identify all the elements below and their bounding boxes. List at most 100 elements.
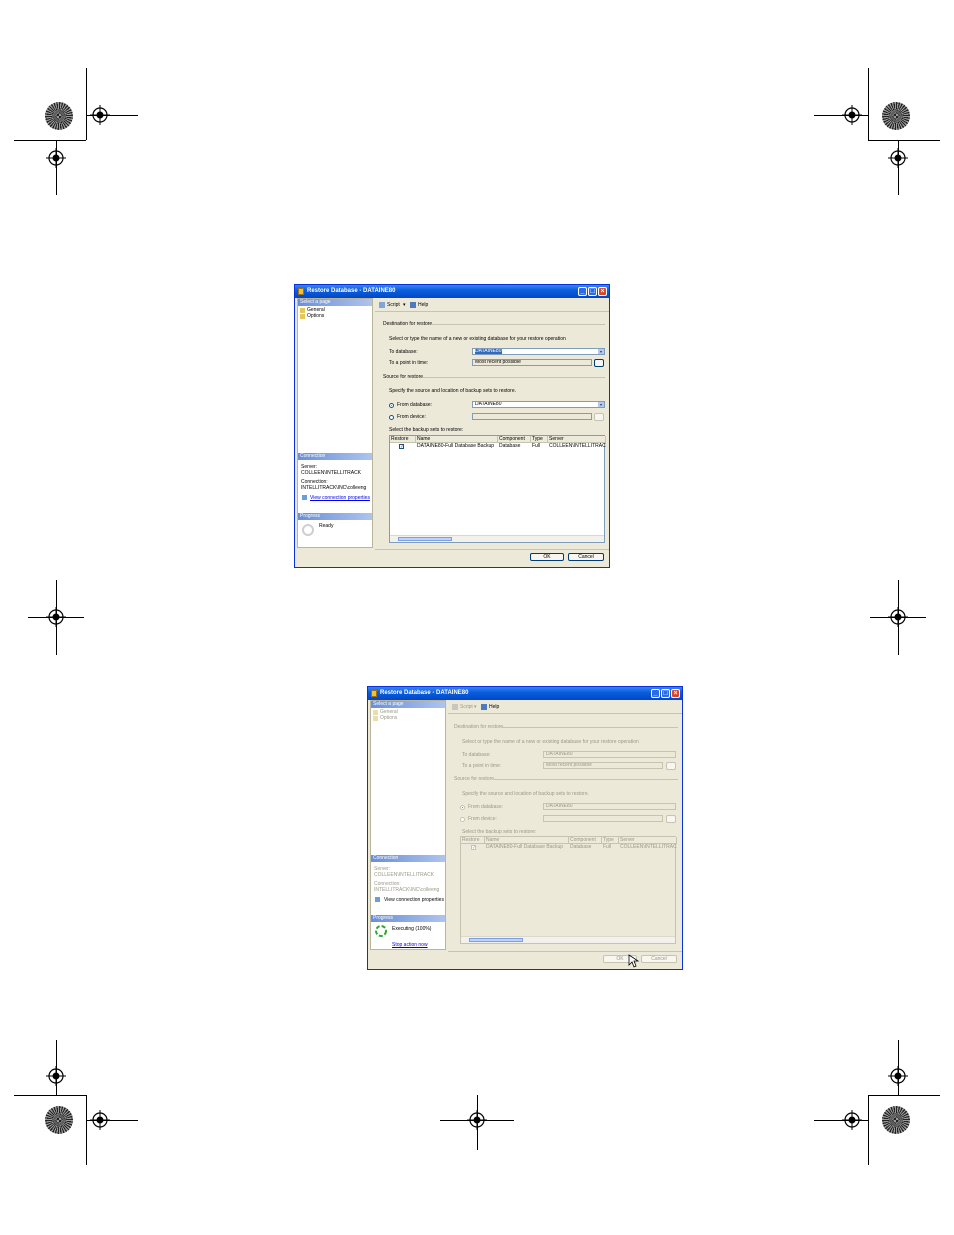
- footer-divider: [448, 951, 682, 952]
- connection-header: Connection: [371, 855, 445, 862]
- window-title: Restore Database - DATAINE80: [307, 288, 396, 294]
- source-header: Source for restore: [454, 776, 495, 782]
- page-icon: [300, 308, 305, 313]
- from-device-field: [543, 815, 663, 822]
- from-device-browse-button: [666, 815, 676, 823]
- script-dropdown-icon[interactable]: ▾: [403, 302, 406, 308]
- minimize-button[interactable]: _: [578, 287, 587, 296]
- script-icon: [379, 302, 385, 308]
- divider: [494, 779, 678, 780]
- registration-mark: [46, 607, 66, 627]
- server-value: COLLEEN\INTELLITRACK: [301, 470, 362, 476]
- row-component: Database: [570, 844, 592, 850]
- row-server: COLLEEN\INTELLITRAC: [549, 443, 606, 449]
- chevron-down-icon[interactable]: ▾: [598, 349, 604, 354]
- column-header-server: Server: [619, 837, 677, 844]
- scroll-thumb[interactable]: [398, 537, 452, 541]
- maximize-button[interactable]: □: [588, 287, 597, 296]
- table-row[interactable]: ✓ DATAINE80-Full Database Backup Databas…: [390, 443, 606, 450]
- page-options: Options: [380, 715, 398, 721]
- help-button[interactable]: Help: [418, 302, 428, 308]
- from-device-label: From device:: [468, 816, 497, 822]
- scroll-thumb[interactable]: [469, 938, 523, 942]
- select-page-header: Select a page: [371, 701, 445, 708]
- close-button[interactable]: ×: [598, 287, 607, 296]
- toolbar-divider: [375, 311, 609, 312]
- connection-icon: [375, 897, 380, 902]
- registration-mark: [90, 105, 110, 125]
- destination-description: Select or type the name of a new or exis…: [462, 739, 639, 745]
- restore-database-dialog: Restore Database - DATAINE80 _ □ × Selec…: [294, 284, 610, 568]
- horizontal-scrollbar[interactable]: [390, 535, 604, 542]
- registration-mark: [842, 1110, 862, 1130]
- to-database-combo: DATAINE80: [543, 751, 676, 758]
- script-dropdown-icon: ▾: [474, 704, 477, 710]
- divider: [431, 324, 605, 325]
- from-database-radio: [460, 805, 465, 810]
- registration-mark: [888, 607, 908, 627]
- from-device-radio[interactable]: [389, 415, 394, 420]
- column-header-name[interactable]: Name: [416, 436, 498, 443]
- close-button[interactable]: ×: [671, 689, 680, 698]
- from-device-browse-button[interactable]: [594, 413, 604, 421]
- point-in-time-browse-button[interactable]: [594, 359, 604, 367]
- restore-checkbox[interactable]: ✓: [399, 444, 404, 450]
- title-bar[interactable]: Restore Database - DATAINE80 _ □ ×: [295, 285, 609, 298]
- ok-button[interactable]: OK: [530, 553, 564, 561]
- registration-mark: [842, 105, 862, 125]
- row-type: Full: [532, 443, 541, 449]
- backup-sets-label: Select the backup sets to restore:: [462, 829, 537, 835]
- script-button[interactable]: Script: [387, 302, 400, 308]
- progress-header: Progress: [298, 513, 372, 520]
- column-header-component: Component: [569, 837, 602, 844]
- from-database-label: From database:: [397, 402, 433, 408]
- column-header-type[interactable]: Type: [531, 436, 548, 443]
- chevron-down-icon[interactable]: ▾: [598, 402, 604, 407]
- column-header-restore[interactable]: Restore: [390, 436, 416, 443]
- to-database-value: DATAINE80: [475, 348, 502, 354]
- from-database-combo[interactable]: DATAINE80 ▾: [472, 401, 605, 408]
- restore-database-dialog-executing: Restore Database - DATAINE80 _ □ × Selec…: [367, 686, 683, 970]
- from-database-radio[interactable]: [389, 403, 394, 408]
- backup-sets-grid[interactable]: Restore Name Component Type Server ✓ DAT…: [389, 435, 606, 543]
- cancel-button[interactable]: Cancel: [568, 553, 604, 561]
- page-options[interactable]: Options: [307, 313, 324, 319]
- server-value: COLLEEN\INTELLITRACK: [374, 872, 435, 878]
- progress-spinner-icon: [302, 524, 314, 536]
- horizontal-scrollbar[interactable]: [461, 936, 675, 943]
- to-database-label: To database:: [462, 752, 491, 758]
- progress-spinner-icon: [375, 925, 387, 937]
- destination-header: Destination for restore: [383, 321, 433, 327]
- registration-mark: [46, 148, 66, 168]
- cursor-icon: [628, 954, 640, 968]
- backup-sets-label: Select the backup sets to restore:: [389, 427, 464, 433]
- rosette-mark: [45, 1106, 73, 1134]
- source-header: Source for restore: [383, 374, 424, 380]
- help-button[interactable]: Help: [489, 704, 499, 710]
- left-pane: Select a page General Options Connection…: [370, 700, 446, 950]
- maximize-button[interactable]: □: [661, 689, 670, 698]
- row-name: DATAINE80-Full Database Backup: [486, 844, 564, 850]
- minimize-button[interactable]: _: [651, 689, 660, 698]
- restore-checkbox: ✓: [471, 845, 477, 851]
- progress-status: Ready: [319, 523, 334, 529]
- column-header-server[interactable]: Server: [548, 436, 606, 443]
- app-icon: [371, 690, 377, 697]
- toolbar-divider: [448, 713, 682, 714]
- point-in-time-label: To a point in time:: [462, 763, 502, 769]
- view-connection-properties-link[interactable]: View connection properties: [310, 495, 370, 501]
- from-database-value: DATAINE80: [546, 803, 573, 809]
- divider: [502, 727, 678, 728]
- registration-mark: [90, 1110, 110, 1130]
- view-connection-properties-link[interactable]: View connection properties: [384, 897, 444, 903]
- stop-action-link[interactable]: Stop action now: [392, 942, 428, 948]
- from-device-field: [472, 413, 592, 420]
- table-row: ✓ DATAINE80-Full Database Backup Databas…: [461, 844, 677, 851]
- point-in-time-field: Most recent possible: [543, 762, 663, 769]
- to-database-combo[interactable]: DATAINE80 ▾: [472, 348, 605, 355]
- title-bar[interactable]: Restore Database - DATAINE80 _ □ ×: [368, 687, 682, 700]
- point-in-time-label: To a point in time:: [389, 360, 429, 366]
- column-header-component[interactable]: Component: [498, 436, 531, 443]
- page-icon: [373, 716, 378, 721]
- rosette-mark: [882, 102, 910, 130]
